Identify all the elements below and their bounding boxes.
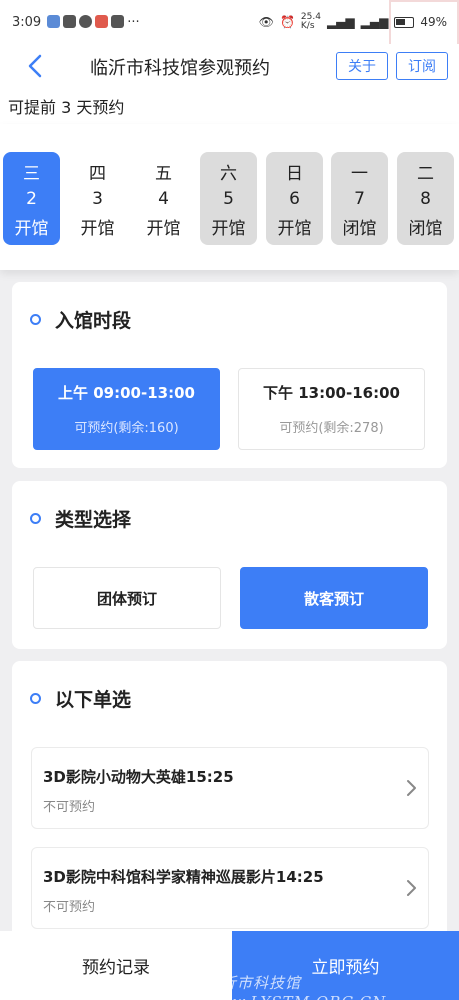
chevron-right-icon bbox=[407, 780, 416, 796]
slot-time: 下午 13:00-16:00 bbox=[263, 384, 400, 402]
single-choice-card: 以下单选 3D影院小动物大英雄15:25 不可预约 3D影院中科馆科学家精神巡展… bbox=[12, 661, 447, 961]
section-title: 以下单选 bbox=[55, 689, 132, 711]
date-status: 开馆 bbox=[80, 218, 115, 239]
date-weekday: 六 bbox=[220, 163, 237, 184]
date-weekday: 一 bbox=[351, 163, 368, 184]
status-time: 3:09 bbox=[12, 14, 42, 30]
date-day: 6 bbox=[289, 188, 300, 209]
date-item-4[interactable]: 五 4 开馆 bbox=[135, 152, 192, 245]
date-selector: 三 2 开馆 四 3 开馆 五 4 开馆 六 5 开馆 日 6 开馆 一 7 闭… bbox=[0, 124, 459, 270]
wechat-icon bbox=[63, 14, 77, 28]
app-notification-icon bbox=[47, 14, 61, 28]
show-status: 不可预约 bbox=[43, 900, 96, 915]
eye-icon: 👁 bbox=[258, 15, 274, 29]
page-title: 临沂市科技馆参观预约 bbox=[90, 58, 270, 79]
date-day: 3 bbox=[92, 188, 103, 209]
section-title: 类型选择 bbox=[55, 509, 132, 531]
show-title: 3D影院小动物大英雄15:25 bbox=[43, 768, 234, 786]
date-item-6[interactable]: 日 6 开馆 bbox=[266, 152, 323, 245]
more-icon: ··· bbox=[127, 14, 140, 30]
date-day: 8 bbox=[420, 188, 431, 209]
morning-slot-button[interactable]: 上午 09:00-13:00 可预约(剩余:160) bbox=[33, 368, 220, 450]
wechat-icon-2 bbox=[111, 14, 125, 28]
date-weekday: 日 bbox=[286, 163, 303, 184]
section-header: 入馆时段 bbox=[30, 306, 131, 333]
date-item-2[interactable]: 三 2 开馆 bbox=[3, 152, 60, 245]
bullet-ring-icon bbox=[30, 513, 41, 524]
date-weekday: 二 bbox=[417, 163, 434, 184]
date-day: 5 bbox=[223, 188, 234, 209]
alarm-icon: ⏰ bbox=[279, 15, 295, 29]
date-status: 闭馆 bbox=[408, 218, 443, 239]
slot-availability: 可预约(剩余:278) bbox=[279, 421, 384, 436]
slot-time: 上午 09:00-13:00 bbox=[58, 384, 195, 402]
net-speed: 25.4 K/s bbox=[300, 12, 321, 31]
chevron-right-icon bbox=[407, 880, 416, 896]
date-status: 开馆 bbox=[211, 218, 246, 239]
signal-icon: ▂▄▆ bbox=[326, 15, 355, 29]
afternoon-slot-button[interactable]: 下午 13:00-16:00 可预约(剩余:278) bbox=[238, 368, 425, 450]
nav-bar: 临沂市科技馆参观预约 关于 订阅 bbox=[0, 44, 459, 88]
date-weekday: 三 bbox=[23, 163, 40, 184]
advance-booking-note: 可提前 3 天预约 bbox=[0, 88, 459, 124]
group-booking-button[interactable]: 团体预订 bbox=[33, 567, 221, 629]
date-day: 2 bbox=[26, 188, 37, 209]
booking-records-button[interactable]: 预约记录 bbox=[0, 931, 232, 1000]
date-item-3[interactable]: 四 3 开馆 bbox=[69, 152, 126, 245]
notification-icons: ··· bbox=[47, 14, 140, 30]
date-day: 7 bbox=[354, 188, 365, 209]
date-status: 开馆 bbox=[277, 218, 312, 239]
bullet-ring-icon bbox=[30, 693, 41, 704]
pause-icon bbox=[79, 14, 93, 28]
list-item[interactable]: 3D影院中科馆科学家精神巡展影片14:25 不可预约 bbox=[31, 847, 429, 929]
date-status: 开馆 bbox=[14, 218, 49, 239]
about-button[interactable]: 关于 bbox=[336, 52, 388, 80]
date-status: 闭馆 bbox=[342, 218, 377, 239]
show-title: 3D影院中科馆科学家精神巡展影片14:25 bbox=[43, 868, 324, 886]
slot-availability: 可预约(剩余:160) bbox=[74, 421, 179, 436]
date-item-7[interactable]: 一 7 闭馆 bbox=[331, 152, 388, 245]
list-item[interactable]: 3D影院小动物大英雄15:25 不可预约 bbox=[31, 747, 429, 829]
subscribe-button[interactable]: 订阅 bbox=[396, 52, 448, 80]
app-red-icon bbox=[95, 14, 109, 28]
date-status: 开馆 bbox=[146, 218, 181, 239]
show-status: 不可预约 bbox=[43, 800, 96, 815]
date-item-5[interactable]: 六 5 开馆 bbox=[200, 152, 257, 245]
signal-icon-2: ▂▄▆ bbox=[360, 15, 389, 29]
individual-booking-button[interactable]: 散客预订 bbox=[240, 567, 428, 629]
date-weekday: 四 bbox=[89, 163, 106, 184]
type-selection-card: 类型选择 团体预订 散客预订 bbox=[12, 481, 447, 649]
chevron-left-icon bbox=[28, 54, 42, 78]
section-header: 类型选择 bbox=[30, 505, 131, 532]
section-header: 以下单选 bbox=[30, 685, 131, 712]
section-title: 入馆时段 bbox=[55, 310, 132, 332]
book-now-button[interactable]: 立即预约 bbox=[232, 931, 459, 1000]
time-slot-card: 入馆时段 上午 09:00-13:00 可预约(剩余:160) 下午 13:00… bbox=[12, 282, 447, 468]
date-item-8[interactable]: 二 8 闭馆 bbox=[397, 152, 454, 245]
back-button[interactable] bbox=[22, 52, 50, 80]
bottom-action-bar: 预约记录 立即预约 bbox=[0, 931, 459, 1000]
date-weekday: 五 bbox=[155, 163, 172, 184]
date-day: 4 bbox=[158, 188, 169, 209]
bullet-ring-icon bbox=[30, 314, 41, 325]
